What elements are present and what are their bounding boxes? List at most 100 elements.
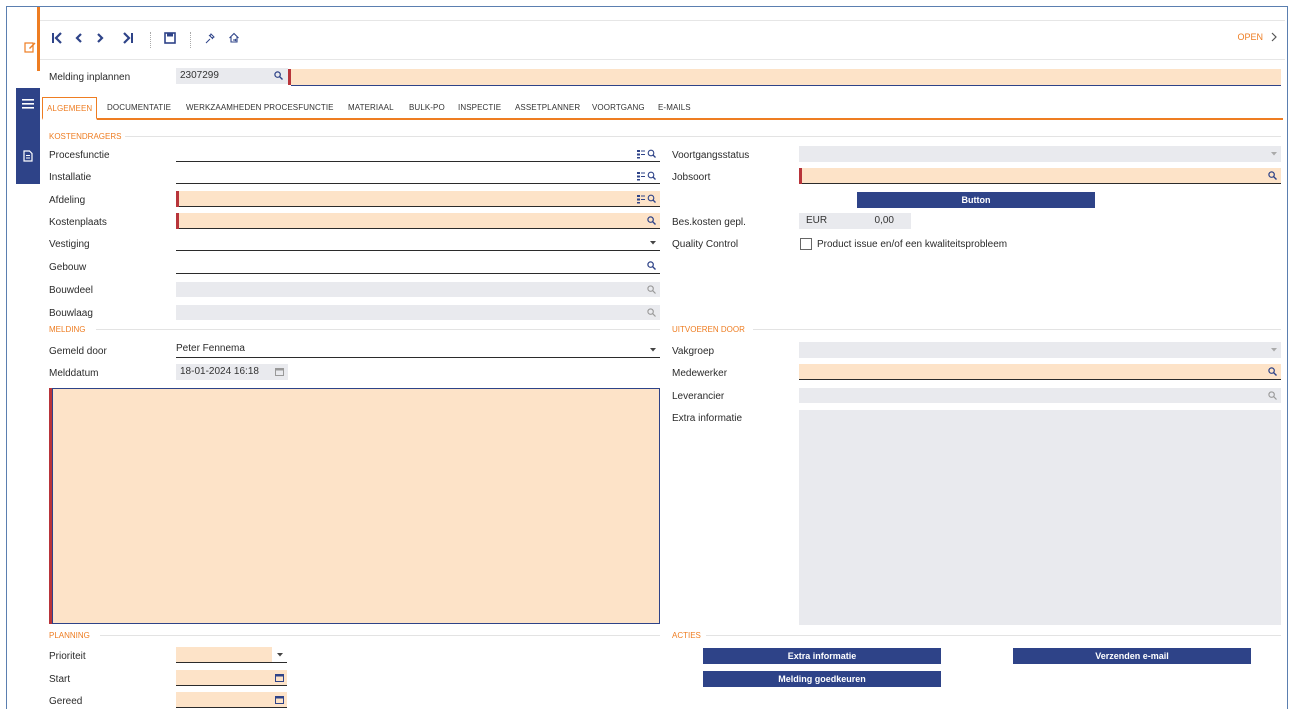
document-icon bbox=[23, 150, 33, 162]
pin-button[interactable] bbox=[204, 31, 220, 49]
vakgroep-label: Vakgroep bbox=[672, 346, 715, 357]
start-date-input[interactable] bbox=[176, 670, 287, 686]
jobsoort-input[interactable] bbox=[802, 168, 1281, 184]
gereed-date-input[interactable] bbox=[176, 692, 287, 708]
bes-kosten-field: EUR 0,00 bbox=[799, 213, 911, 229]
installatie-input[interactable] bbox=[176, 168, 660, 184]
melding-description-textarea[interactable] bbox=[52, 388, 660, 624]
vakgroep-select bbox=[799, 342, 1281, 358]
gereed-label: Gereed bbox=[49, 696, 83, 707]
tab-materiaal[interactable]: MATERIAAL bbox=[344, 97, 398, 118]
leverancier-input bbox=[799, 388, 1281, 403]
tree-search-icon[interactable] bbox=[637, 194, 657, 204]
verzenden-email-button[interactable]: Verzenden e-mail bbox=[1013, 648, 1251, 664]
toolbar-separator bbox=[190, 32, 191, 48]
vestiging-select[interactable] bbox=[176, 235, 660, 251]
prioriteit-dropdown[interactable] bbox=[272, 647, 287, 663]
chevron-right-icon[interactable] bbox=[1269, 30, 1279, 44]
edit-icon bbox=[24, 42, 36, 53]
gemeld-door-select[interactable]: Peter Fennema bbox=[176, 342, 660, 358]
extra-informatie-label: Extra informatie bbox=[672, 413, 743, 424]
rail-active-edit[interactable] bbox=[7, 7, 40, 71]
record-id-field[interactable]: 2307299 bbox=[176, 68, 288, 84]
calendar-icon bbox=[275, 368, 284, 376]
search-icon[interactable] bbox=[647, 261, 656, 270]
afdeling-label: Afdeling bbox=[49, 195, 86, 206]
status-open-link[interactable]: OPEN bbox=[1237, 32, 1263, 42]
section-divider bbox=[753, 329, 1281, 330]
medewerker-input[interactable] bbox=[799, 364, 1281, 380]
side-rail bbox=[16, 88, 40, 184]
rail-menu-button[interactable] bbox=[16, 92, 40, 116]
installatie-label: Installatie bbox=[49, 172, 92, 183]
section-divider bbox=[706, 635, 1281, 636]
previous-record-button[interactable] bbox=[73, 31, 89, 49]
dropdown-arrow-icon[interactable] bbox=[650, 241, 656, 245]
dropdown-arrow-icon bbox=[1271, 348, 1277, 352]
tab-algemeen[interactable]: ALGEMEEN bbox=[42, 97, 98, 120]
tab-documentatie[interactable]: DOCUMENTATIE bbox=[103, 97, 175, 118]
voortgangsstatus-label: Voortgangsstatus bbox=[672, 150, 750, 161]
afdeling-input[interactable] bbox=[179, 191, 660, 207]
pin-icon bbox=[205, 33, 215, 44]
jobsoort-label: Jobsoort bbox=[672, 172, 711, 183]
voortgangsstatus-select bbox=[799, 146, 1281, 162]
gemeld-door-value: Peter Fennema bbox=[176, 343, 245, 354]
bouwlaag-label: Bouwlaag bbox=[49, 308, 93, 319]
calendar-icon[interactable] bbox=[275, 695, 284, 704]
gebouw-input[interactable] bbox=[176, 258, 660, 274]
quality-issue-checkbox[interactable] bbox=[800, 238, 812, 250]
quality-issue-checkbox-label: Product issue en/of een kwaliteitsproble… bbox=[817, 239, 1008, 250]
search-icon[interactable] bbox=[1268, 367, 1277, 376]
section-uitvoeren-door: UITVOEREN DOOR bbox=[672, 325, 745, 334]
procesfunctie-label: Procesfunctie bbox=[49, 150, 110, 161]
first-record-button[interactable] bbox=[51, 31, 67, 49]
tab-assetplanner[interactable]: ASSETPLANNER bbox=[511, 97, 584, 118]
melddatum-label: Melddatum bbox=[49, 368, 99, 379]
medewerker-label: Medewerker bbox=[672, 368, 728, 379]
procesfunctie-input[interactable] bbox=[176, 146, 660, 162]
melding-goedkeuren-button[interactable]: Melding goedkeuren bbox=[703, 671, 941, 687]
kostenplaats-input[interactable] bbox=[179, 213, 660, 229]
next-record-button[interactable] bbox=[94, 31, 110, 49]
next-record-icon bbox=[97, 33, 104, 43]
bouwlaag-input bbox=[176, 305, 660, 320]
menu-icon bbox=[22, 99, 34, 109]
extra-informatie-button[interactable]: Extra informatie bbox=[703, 648, 941, 664]
dropdown-arrow-icon[interactable] bbox=[650, 348, 656, 352]
tab-voortgang[interactable]: VOORTGANG bbox=[588, 97, 649, 118]
rail-document-button[interactable] bbox=[16, 144, 40, 168]
generic-button[interactable]: Button bbox=[857, 192, 1095, 208]
melddatum-field: 18-01-2024 16:18 bbox=[176, 364, 288, 380]
tab-werkzaamheden-procesfunctie[interactable]: WERKZAAMHEDEN PROCESFUNCTIE bbox=[182, 97, 338, 118]
search-icon[interactable] bbox=[1268, 171, 1277, 180]
tab-inspectie[interactable]: INSPECTIE bbox=[454, 97, 505, 118]
toolbar-separator bbox=[150, 32, 151, 48]
calendar-icon[interactable] bbox=[275, 673, 284, 682]
section-melding: MELDING bbox=[49, 325, 86, 334]
section-acties: ACTIES bbox=[672, 631, 701, 640]
kostenplaats-label: Kostenplaats bbox=[49, 217, 107, 228]
search-icon[interactable] bbox=[274, 71, 283, 80]
tab-bulk-po[interactable]: BULK-PO bbox=[405, 97, 449, 118]
dropdown-arrow-icon bbox=[1271, 152, 1277, 156]
tree-search-icon[interactable] bbox=[637, 171, 657, 181]
record-description-input[interactable] bbox=[291, 69, 1281, 86]
gemeld-door-label: Gemeld door bbox=[49, 346, 107, 357]
bes-kosten-label: Bes.kosten gepl. bbox=[672, 217, 746, 228]
save-button[interactable] bbox=[164, 31, 180, 49]
section-divider bbox=[96, 329, 660, 330]
record-id-value: 2307299 bbox=[180, 70, 219, 81]
gebouw-label: Gebouw bbox=[49, 262, 87, 273]
prioriteit-select[interactable] bbox=[176, 647, 272, 663]
leverancier-label: Leverancier bbox=[672, 391, 725, 402]
section-divider bbox=[100, 635, 660, 636]
dropdown-arrow-icon[interactable] bbox=[277, 653, 283, 657]
search-icon[interactable] bbox=[647, 216, 656, 225]
home-button[interactable] bbox=[228, 31, 244, 49]
last-record-button[interactable] bbox=[122, 31, 138, 49]
tree-search-icon[interactable] bbox=[637, 149, 657, 159]
melddatum-value: 18-01-2024 16:18 bbox=[180, 366, 259, 377]
tab-e-mails[interactable]: E-MAILS bbox=[654, 97, 695, 118]
quality-control-label: Quality Control bbox=[672, 239, 739, 250]
